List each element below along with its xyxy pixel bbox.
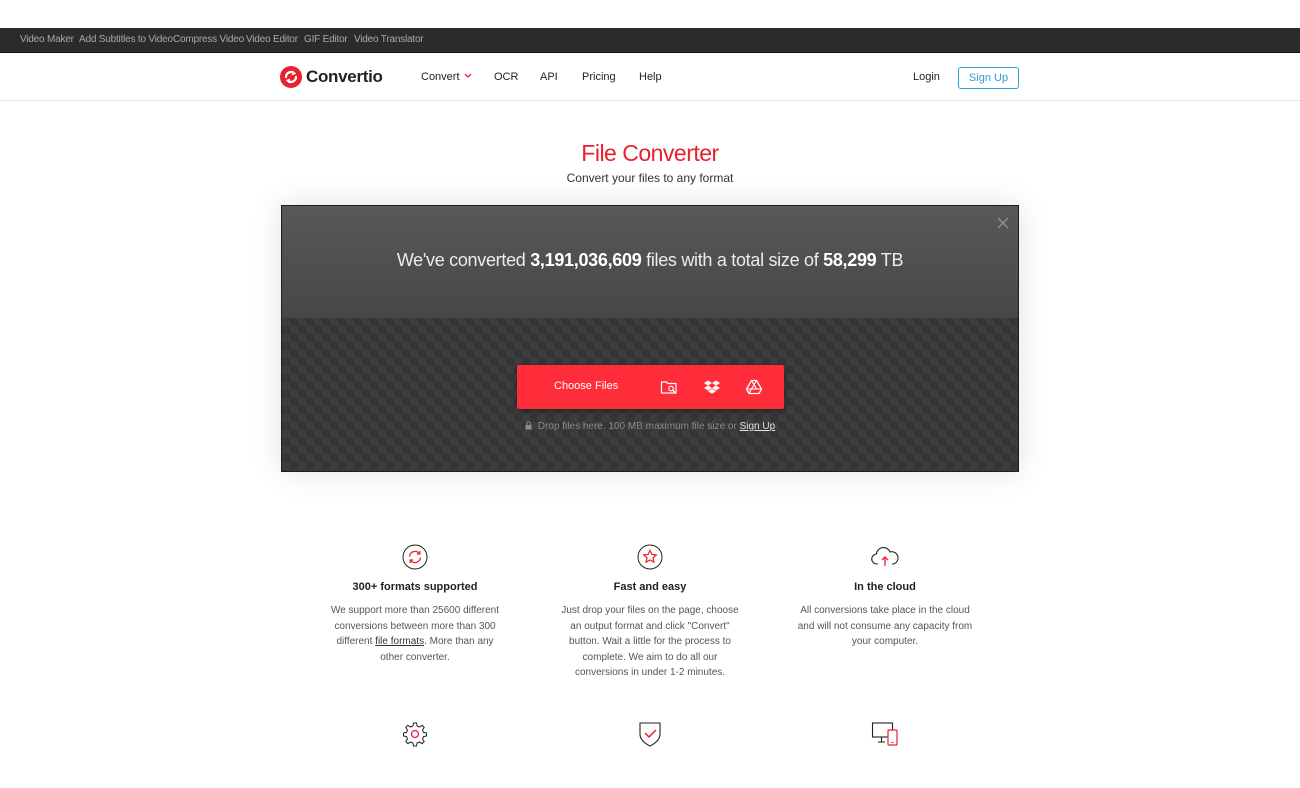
drop-signup-link[interactable]: Sign Up xyxy=(740,421,776,432)
toplink-gif-editor[interactable]: GIF Editor xyxy=(304,34,348,45)
nav-convert-label: Convert xyxy=(421,71,460,83)
stats-middle: files with a total size of xyxy=(646,250,819,270)
toplink-compress-video[interactable]: Compress Video xyxy=(173,34,244,45)
page-subtitle: Convert your files to any format xyxy=(566,171,734,185)
google-drive-icon[interactable] xyxy=(745,378,763,396)
dropbox-icon[interactable] xyxy=(703,378,721,396)
feature-cloud: In the cloud All conversions take place … xyxy=(795,544,975,647)
drop-zone[interactable]: Choose Files Drop files here. 100 MB max… xyxy=(282,318,1018,471)
page-title: File Converter xyxy=(581,140,719,166)
toplink-video-maker[interactable]: Video Maker xyxy=(20,34,74,45)
star-icon xyxy=(560,544,740,575)
conversion-stats: We've converted 3,191,036,609 files with… xyxy=(282,250,1018,271)
file-formats-link[interactable]: file formats xyxy=(375,636,424,647)
logo[interactable]: Convertio xyxy=(280,66,383,88)
drop-note: Drop files here. 100 MB maximum file siz… xyxy=(282,420,1018,432)
drop-note-text: Drop files here. 100 MB maximum file siz… xyxy=(537,421,737,432)
chevron-down-icon xyxy=(464,70,472,82)
feature-title: Fast and easy xyxy=(613,581,687,593)
folder-search-icon[interactable] xyxy=(660,378,678,396)
nav-help[interactable]: Help xyxy=(639,71,662,83)
choose-files-label: Choose Files xyxy=(554,380,619,392)
nav-api[interactable]: API xyxy=(540,71,558,83)
feature-text: All conversions take place in the cloud … xyxy=(797,605,973,647)
login-link[interactable]: Login xyxy=(913,71,940,83)
signup-button[interactable]: Sign Up xyxy=(958,67,1019,89)
toplink-add-subtitles[interactable]: Add Subtitles to Video xyxy=(79,34,173,45)
files-count: 3,191,036,609 xyxy=(530,250,642,270)
feature-text: Just drop your files on the page, choose… xyxy=(561,605,739,678)
total-size: 58,299 xyxy=(823,250,877,270)
choose-files-button[interactable]: Choose Files xyxy=(517,365,784,409)
nav-ocr[interactable]: OCR xyxy=(494,71,518,83)
top-links-bar: Video Maker Add Subtitles to Video Compr… xyxy=(0,28,1300,53)
feature-formats: 300+ formats supported We support more t… xyxy=(325,544,505,663)
toplink-video-editor[interactable]: Video Editor xyxy=(246,34,298,45)
convertio-logo-icon xyxy=(280,66,302,88)
refresh-icon xyxy=(325,544,505,575)
gear-icon xyxy=(402,721,428,752)
feature-text: We support more than 25600 different con… xyxy=(325,603,505,665)
stats-banner: We've converted 3,191,036,609 files with… xyxy=(282,206,1018,318)
feature-fast: Fast and easy Just drop your files on th… xyxy=(560,544,740,678)
close-icon[interactable] xyxy=(996,216,1010,230)
devices-icon xyxy=(871,721,899,752)
feature-title: 300+ formats supported xyxy=(352,581,478,593)
feature-title: In the cloud xyxy=(854,581,916,593)
nav-convert[interactable]: Convert xyxy=(421,71,472,83)
stats-prefix: We've converted xyxy=(396,250,526,270)
lock-icon xyxy=(525,421,532,433)
nav-pricing[interactable]: Pricing xyxy=(582,71,616,83)
converter-panel: We've converted 3,191,036,609 files with… xyxy=(281,205,1019,472)
site-header: Convertio Convert OCR API Pricing Help L… xyxy=(0,53,1300,101)
size-unit: TB xyxy=(880,250,904,270)
shield-check-icon xyxy=(638,721,662,752)
toplink-video-translator[interactable]: Video Translator xyxy=(354,34,424,45)
cloud-upload-icon xyxy=(795,544,975,575)
brand-name: Convertio xyxy=(306,67,383,86)
